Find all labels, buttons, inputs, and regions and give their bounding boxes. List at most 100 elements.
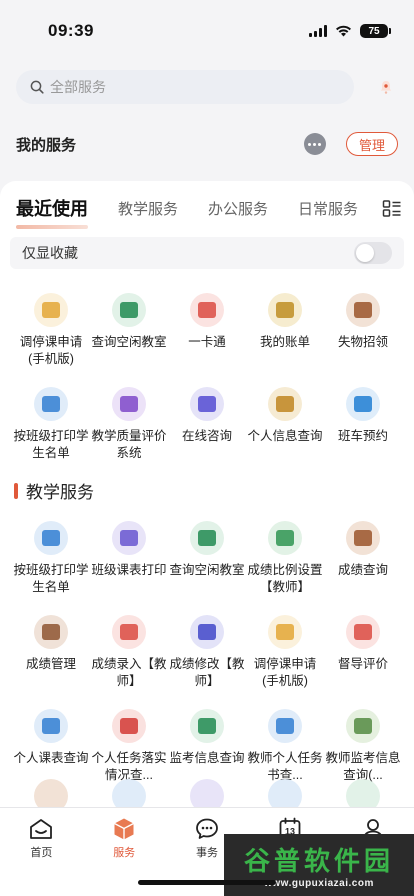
tab-teaching[interactable]: 教学服务 <box>118 198 178 219</box>
cellular-signal-icon <box>309 25 327 37</box>
icon-glyph <box>198 302 216 318</box>
icon-glyph <box>42 302 60 318</box>
notepad-icon <box>268 615 302 649</box>
service-label: 按班级打印学生名单 <box>13 429 89 460</box>
status-icons: 75 <box>309 24 391 38</box>
service-item[interactable]: 在线咨询 <box>168 387 246 481</box>
search-box[interactable] <box>16 70 354 104</box>
icon-glyph <box>276 530 294 546</box>
icon-glyph <box>198 530 216 546</box>
more-options-icon[interactable] <box>303 133 326 155</box>
search-input[interactable] <box>50 79 310 95</box>
service-item[interactable]: 我的账单 <box>246 293 324 387</box>
icon-glyph <box>276 624 294 640</box>
service-item-partial[interactable] <box>12 779 90 807</box>
service-icon-partial <box>190 779 224 807</box>
box-icon <box>346 293 380 327</box>
favorites-filter-row: 仅显收藏 <box>10 237 404 269</box>
service-item-partial[interactable] <box>168 779 246 807</box>
service-label: 在线咨询 <box>181 429 232 443</box>
teaching-section-title: 教学服务 <box>26 483 94 502</box>
service-item[interactable]: 班级课表打印 <box>90 521 168 615</box>
teaching-services-grid: 按班级打印学生名单 班级课表打印 查询空闲教室 成绩比例设置【教师】 成绩查询成绩管理 成… <box>0 521 414 803</box>
recent-services-grid: 调停课申请(手机版) 查询空闲教室 一卡通 我的账单 失物招领按班级打印学生名单 教学质量… <box>0 293 414 481</box>
service-item[interactable]: 失物招领 <box>324 293 402 387</box>
service-item[interactable]: 督导评价 <box>324 615 402 709</box>
service-item[interactable]: 按班级打印学生名单 <box>12 521 90 615</box>
service-item[interactable]: 查询空闲教室 <box>90 293 168 387</box>
my-services-bar: 我的服务 管理 <box>0 120 414 168</box>
status-time: 09:39 <box>48 21 94 40</box>
service-item-partial[interactable] <box>90 779 168 807</box>
favorites-toggle[interactable] <box>354 242 392 264</box>
tab-recent[interactable]: 最近使用 <box>16 195 88 229</box>
my-services-title: 我的服务 <box>16 136 77 154</box>
service-item[interactable]: 成绩查询 <box>324 521 402 615</box>
service-icon-partial <box>268 779 302 807</box>
service-item[interactable]: 成绩录入【教师】 <box>90 615 168 709</box>
icon-glyph <box>42 624 60 640</box>
service-item[interactable]: 个人信息查询 <box>246 387 324 481</box>
icon-glyph <box>354 530 372 546</box>
icon-glyph <box>120 624 138 640</box>
service-item[interactable]: 按班级打印学生名单 <box>12 387 90 481</box>
presentation-icon <box>112 387 146 421</box>
service-label: 失物招领 <box>337 335 388 349</box>
service-label: 教学质量评价系统 <box>91 429 167 460</box>
service-label: 按班级打印学生名单 <box>13 563 89 594</box>
battery-icon: 75 <box>360 24 391 38</box>
service-label: 一卡通 <box>188 335 226 349</box>
icon-glyph <box>120 718 138 734</box>
service-item[interactable]: 成绩管理 <box>12 615 90 709</box>
service-label: 个人信息查询 <box>247 429 323 443</box>
notification-bell-icon[interactable] <box>374 75 398 99</box>
manage-button[interactable]: 管理 <box>345 132 398 156</box>
tabbar-label: 服务 <box>113 847 136 859</box>
category-list-icon[interactable] <box>382 199 402 219</box>
service-item[interactable]: 查询空闲教室 <box>168 521 246 615</box>
service-item[interactable]: 成绩修改【教师】 <box>168 615 246 709</box>
printer-icon <box>34 521 68 555</box>
task-doc-icon <box>268 709 302 743</box>
chat-bubble-icon <box>196 818 218 839</box>
watermark-url: www.gupuxiazai.com <box>264 878 374 889</box>
service-item[interactable]: 调停课申请(手机版) <box>12 293 90 387</box>
service-item[interactable]: 成绩比例设置【教师】 <box>246 521 324 615</box>
service-label: 查询空闲教室 <box>169 563 245 577</box>
icon-glyph <box>354 624 372 640</box>
task-book-icon <box>112 709 146 743</box>
icon-glyph <box>354 718 372 734</box>
tab-office[interactable]: 办公服务 <box>208 198 268 219</box>
icon-glyph <box>276 718 294 734</box>
invigilate-icon <box>190 709 224 743</box>
service-label: 调停课申请(手机版) <box>19 335 83 366</box>
service-item-partial[interactable] <box>324 779 402 807</box>
classroom-board-icon <box>190 521 224 555</box>
bill-icon <box>268 293 302 327</box>
service-item[interactable]: 调停课申请(手机版) <box>246 615 324 709</box>
service-item[interactable]: 班车预约 <box>324 387 402 481</box>
service-label: 成绩比例设置【教师】 <box>247 563 323 594</box>
service-item-partial[interactable] <box>246 779 324 807</box>
tab-daily[interactable]: 日常服务 <box>298 198 358 219</box>
bus-icon <box>346 387 380 421</box>
section-accent-bar <box>14 482 18 499</box>
service-item[interactable]: 教学质量评价系统 <box>90 387 168 481</box>
icon-glyph <box>276 396 294 412</box>
icon-glyph <box>198 396 216 412</box>
service-icon-partial <box>346 779 380 807</box>
supervise-icon <box>346 615 380 649</box>
service-label: 监考信息查询 <box>169 751 245 765</box>
search-row <box>16 70 398 104</box>
icon-glyph <box>42 530 60 546</box>
search-icon <box>30 80 44 94</box>
icon-glyph <box>120 302 138 318</box>
icon-glyph <box>198 624 216 640</box>
teaching-section-header: 教学服务 <box>14 478 94 503</box>
icon-glyph <box>42 396 60 412</box>
tabbar-item-home[interactable]: 首页 <box>0 816 83 896</box>
home-icon <box>30 819 53 839</box>
service-icon-partial <box>112 779 146 807</box>
printer-icon <box>34 387 68 421</box>
service-item[interactable]: 一卡通 <box>168 293 246 387</box>
